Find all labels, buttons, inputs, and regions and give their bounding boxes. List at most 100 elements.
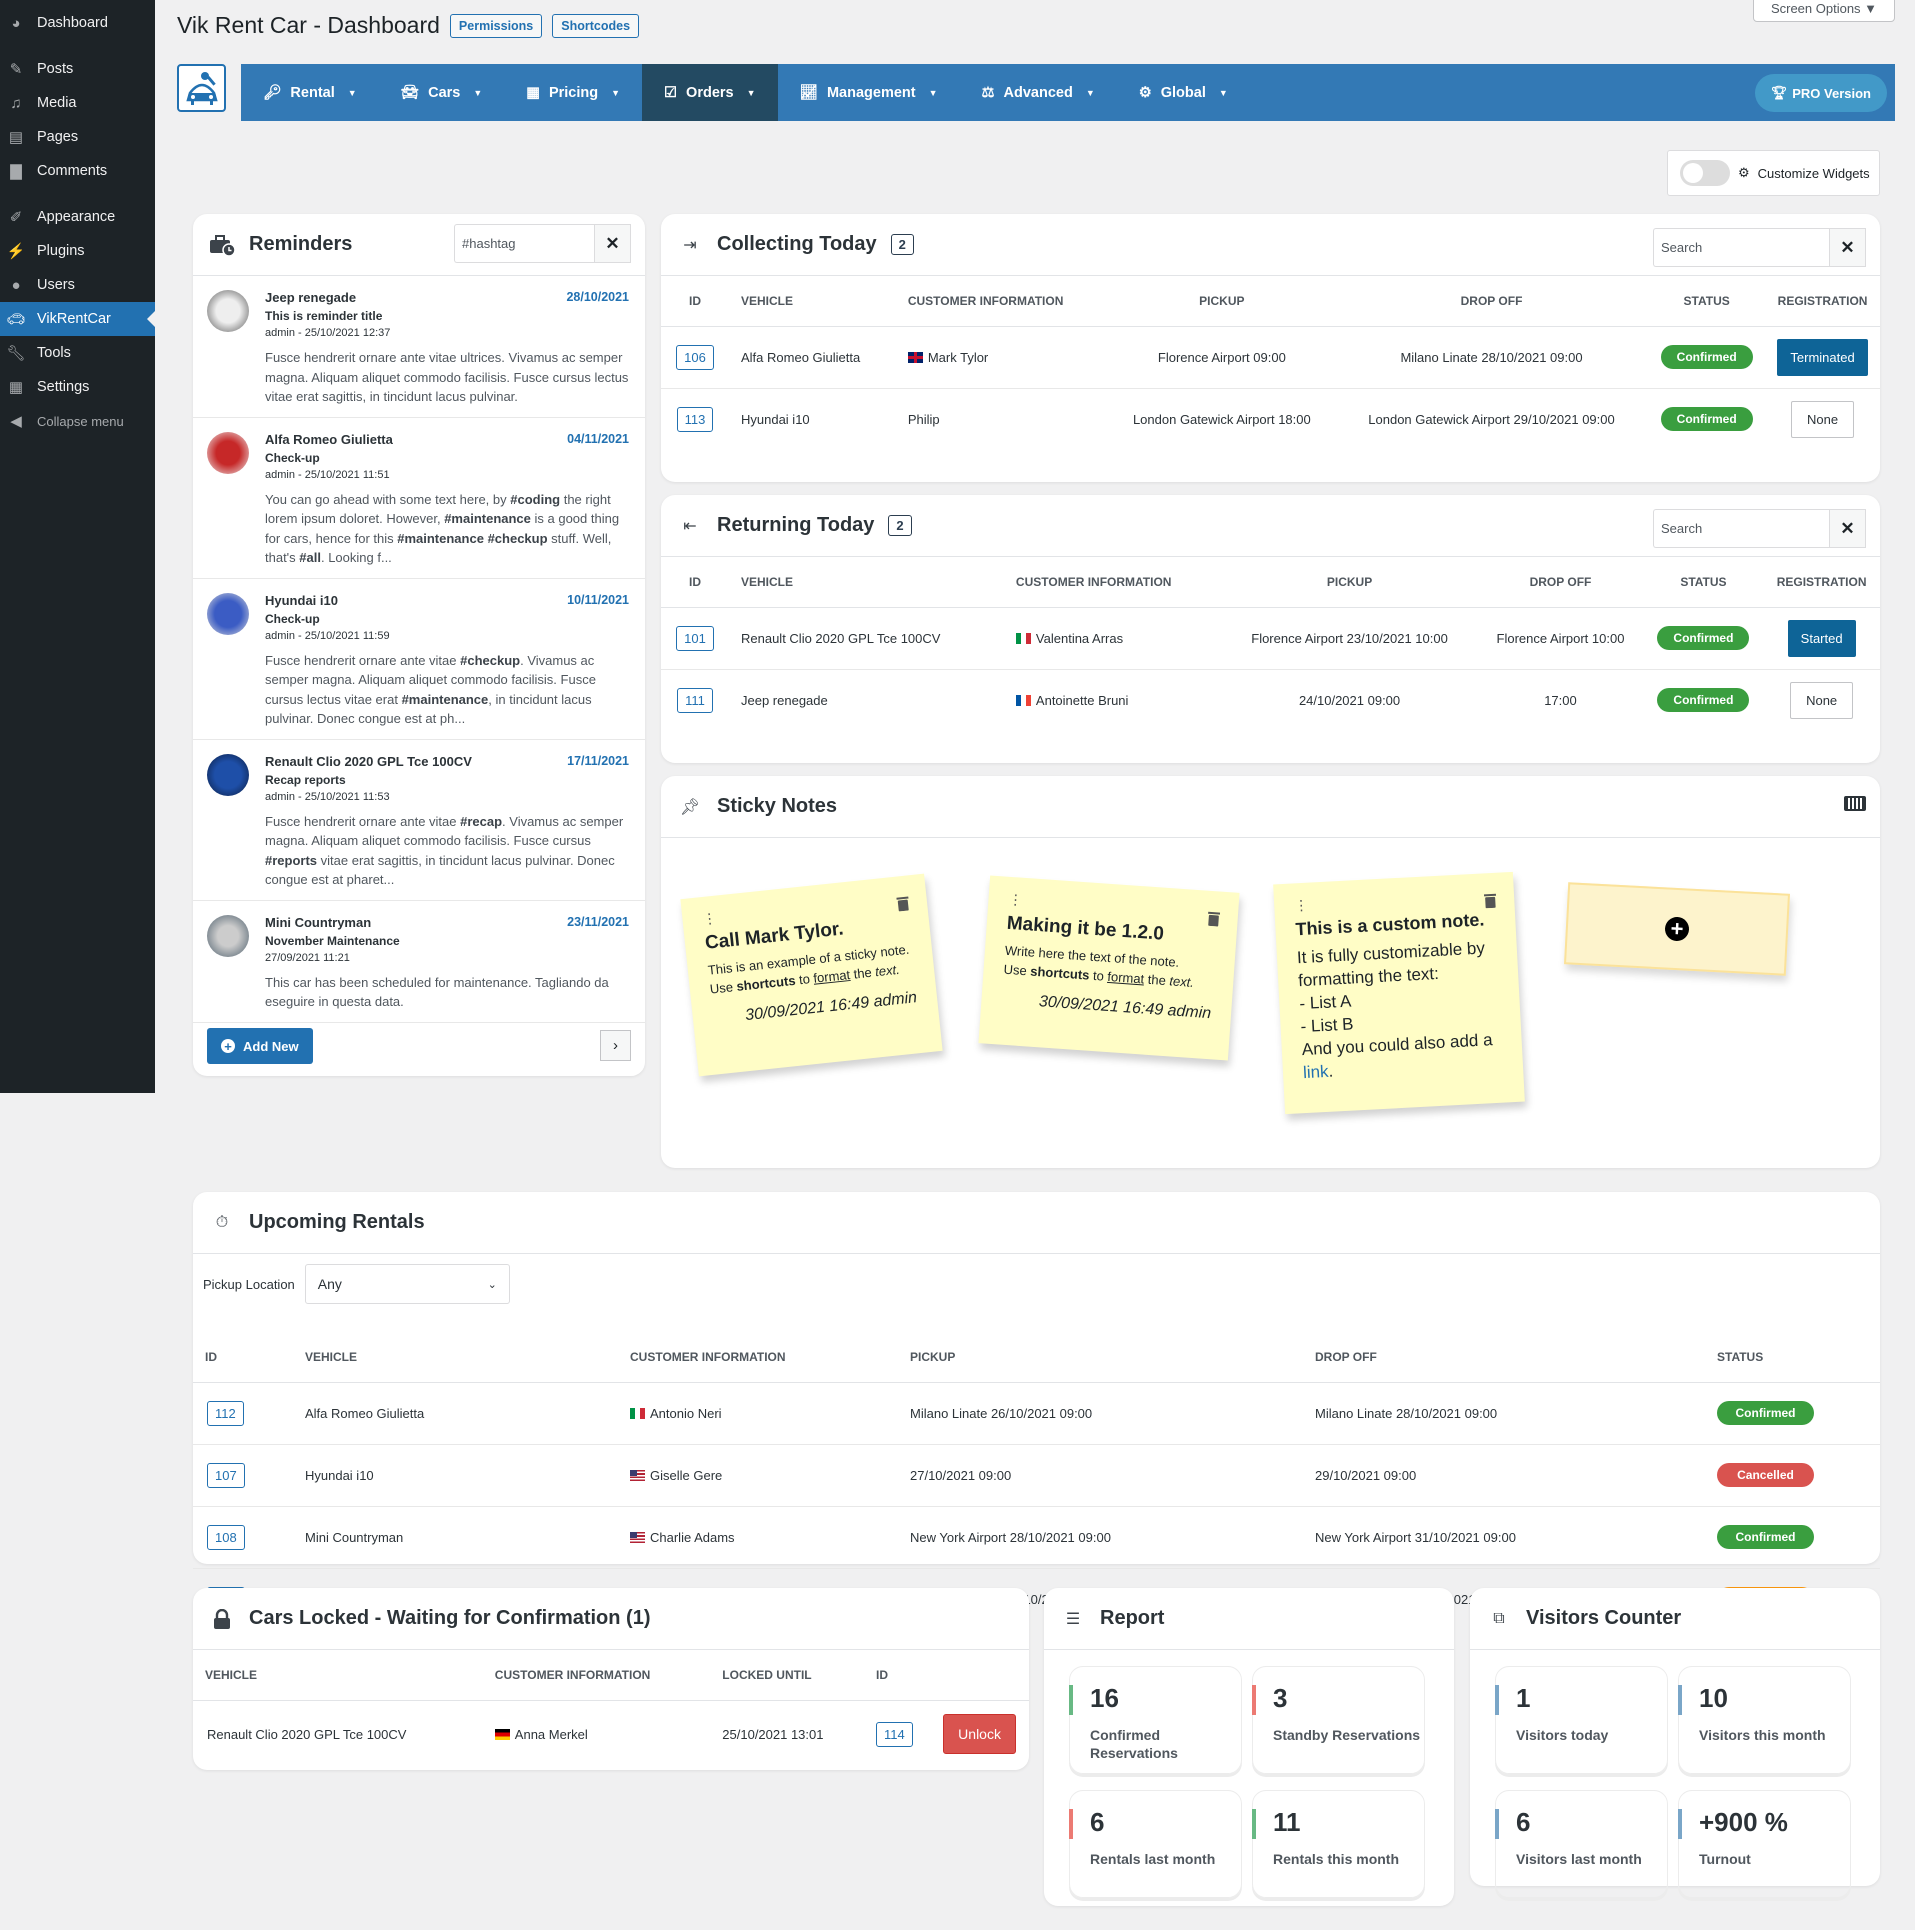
reminder-item[interactable]: Mini Countryman November Maintenance 27/… — [193, 901, 645, 1023]
reminder-item[interactable]: Hyundai i10 Check-up admin - 25/10/2021 … — [193, 579, 645, 740]
menu-rental[interactable]: 🔑︎ Rental ▼ — [241, 64, 379, 121]
sidebar-collapse-menu[interactable]: ◀ Collapse menu — [0, 404, 155, 438]
chart-line-icon: 📈︎ — [799, 85, 818, 101]
order-id-link[interactable]: 101 — [676, 625, 714, 651]
sidebar-item-vikrentcar[interactable]: 🚗︎ VikRentCar — [0, 302, 155, 336]
reminder-meta: admin - 25/10/2021 11:59 — [265, 629, 390, 642]
sidebar-item-tools[interactable]: 🔧︎ Tools — [0, 336, 155, 370]
trash-icon[interactable] — [1207, 911, 1221, 927]
caret-down-icon: ▼ — [347, 87, 357, 98]
next-page-button[interactable]: › — [600, 1030, 631, 1061]
reminder-date: 28/10/2021 — [566, 290, 629, 304]
sticky-note[interactable]: ⋮ This is a custom note. It is fully cus… — [1273, 871, 1525, 1115]
returning-clear-search[interactable]: ✕ — [1829, 509, 1866, 548]
pickup-location-select[interactable]: Any ⌄ — [304, 1264, 510, 1304]
vikrentcar-logo[interactable] — [177, 64, 226, 112]
customize-widgets-toggle[interactable] — [1680, 160, 1730, 186]
column-header: REGISTRATION — [1763, 557, 1880, 608]
order-id-link[interactable]: 106 — [676, 344, 714, 370]
registration-button[interactable]: Started — [1787, 619, 1856, 657]
collecting-clear-search[interactable]: ✕ — [1829, 228, 1866, 267]
column-header: ID — [193, 1332, 293, 1383]
reminder-text: Fusce hendrerit ornare ante vitae #recap… — [265, 813, 624, 888]
collecting-table: ID VEHICLE CUSTOMER INFORMATION PICKUP DROP … — [661, 276, 1880, 450]
briefcase-clock-icon — [209, 232, 235, 258]
sign-in-icon: ⇥ — [683, 236, 697, 254]
menu-pricing[interactable]: ▦ Pricing ▼ — [504, 64, 642, 121]
sidebar-item-appearance[interactable]: ✐ Appearance — [0, 200, 155, 234]
kpi-tile: 6 Visitors last month — [1495, 1790, 1668, 1898]
sidebar-item-settings[interactable]: ▦ Settings — [0, 370, 155, 404]
order-id-link[interactable]: 113 — [676, 406, 714, 432]
permissions-button[interactable]: Permissions — [449, 13, 543, 38]
reminder-title: Check-up — [265, 611, 320, 626]
column-header: STATUS — [1705, 1332, 1880, 1383]
returning-search-input[interactable]: Search — [1653, 509, 1829, 548]
reminder-item[interactable]: Renault Clio 2020 GPL Tce 100CV Recap re… — [193, 740, 645, 901]
registration-button[interactable]: None — [1791, 400, 1855, 438]
dropoff-cell: Milano Linate 28/10/2021 09:00 — [1334, 326, 1649, 389]
order-id-link[interactable]: 111 — [677, 687, 713, 713]
pickup-location-filter: Pickup Location Any ⌄ — [203, 1264, 510, 1304]
order-id-link[interactable]: 112 — [207, 1400, 244, 1426]
order-id-link[interactable]: 108 — [207, 1524, 245, 1550]
table-row: 106 Alfa Romeo Giulietta Mark Tylor Flor… — [661, 326, 1880, 389]
unlock-button[interactable]: Unlock — [943, 1714, 1016, 1755]
shortcodes-button[interactable]: Shortcodes — [552, 13, 640, 38]
menu-advanced[interactable]: ⚖ Advanced ▼ — [960, 64, 1117, 121]
kpi-value: 6 — [1516, 1807, 1531, 1837]
add-sticky-note-button[interactable]: + — [1564, 882, 1790, 976]
screen-options-button[interactable]: Screen Options ▼ — [1753, 0, 1895, 22]
add-new-reminder-button[interactable]: + Add New — [207, 1028, 313, 1064]
sidebar-item-pages[interactable]: ▤ Pages — [0, 120, 155, 154]
hashtag-filter-input[interactable]: #hashtag — [454, 224, 594, 263]
vehicle-cell: Renault Clio 2020 GPL Tce 100CV — [729, 607, 1004, 670]
trash-icon[interactable] — [896, 895, 910, 912]
kpi-value: 1 — [1516, 1683, 1531, 1713]
table-row: 112 Alfa Romeo Giulietta Antonio Neri Mi… — [193, 1382, 1880, 1445]
reminders-footer: + Add New › — [207, 1028, 631, 1064]
sidebar-item-dashboard[interactable]: ◕ Dashboard — [0, 6, 155, 40]
drag-handle-icon[interactable]: ⋮ — [1294, 891, 1494, 914]
upcoming-title: Upcoming Rentals — [249, 1211, 425, 1233]
pro-version-button[interactable]: 🏆︎ PRO Version — [1754, 74, 1887, 112]
flag-de-icon — [494, 1728, 510, 1740]
sidebar-item-plugins[interactable]: ⚡ Plugins — [0, 234, 155, 268]
sidebar-item-comments[interactable]: ▇ Comments — [0, 154, 155, 188]
car-avatar — [207, 431, 249, 474]
registration-button[interactable]: None — [1790, 681, 1854, 719]
reminders-widget: Reminders #hashtag ✕ Jeep renegade This … — [193, 214, 645, 1076]
keyboard-icon[interactable] — [1844, 796, 1866, 811]
chevron-down-icon: ⌄ — [487, 1278, 497, 1291]
settings-icon: ▦ — [8, 379, 24, 396]
car-avatar — [207, 290, 249, 332]
order-id-link[interactable]: 114 — [875, 1721, 913, 1747]
stopwatch-icon: ⏱︎ — [215, 1213, 229, 1231]
reminder-item[interactable]: Jeep renegade This is reminder title adm… — [193, 276, 645, 418]
vehicle-cell: Hyundai i10 — [293, 1444, 618, 1507]
reminder-item[interactable]: Alfa Romeo Giulietta Check-up admin - 25… — [193, 418, 645, 579]
collecting-search-input[interactable]: Search — [1653, 228, 1829, 267]
menu-management[interactable]: 📈︎ Management ▼ — [778, 64, 960, 121]
sidebar-item-media[interactable]: ♫ Media — [0, 86, 155, 120]
order-id-link[interactable]: 107 — [207, 1462, 245, 1488]
menu-orders[interactable]: ☑ Orders ▼ — [642, 64, 778, 121]
trash-icon[interactable] — [1483, 893, 1497, 909]
pin-icon: ✎ — [9, 61, 23, 78]
menu-cars[interactable]: 🚘︎ Cars ▼ — [379, 64, 505, 121]
note-link[interactable]: link — [1303, 1062, 1329, 1082]
sidebar-item-posts[interactable]: ✎ Posts — [0, 52, 155, 86]
status-badge: Confirmed — [1660, 345, 1753, 369]
sidebar-item-users[interactable]: ● Users — [0, 268, 155, 302]
returning-header: ⇤ Returning Today 2 Search ✕ — [661, 495, 1880, 557]
returning-count: 2 — [888, 515, 912, 536]
pages-icon: ▤ — [8, 129, 24, 146]
menu-global[interactable]: ⚙ Global ▼ — [1117, 64, 1250, 121]
flag-it-icon — [630, 1407, 645, 1419]
clear-filter-button[interactable]: ✕ — [594, 224, 631, 263]
kpi-label: Visitors last month — [1516, 1851, 1642, 1867]
registration-button[interactable]: Terminated — [1777, 338, 1868, 376]
sticky-note[interactable]: ⋮ Call Mark Tylor. This is an example of… — [680, 873, 943, 1077]
dropoff-cell: 17:00 — [1544, 692, 1577, 708]
sticky-note[interactable]: ⋮ Making it be 1.2.0 Write here the text… — [978, 875, 1240, 1061]
